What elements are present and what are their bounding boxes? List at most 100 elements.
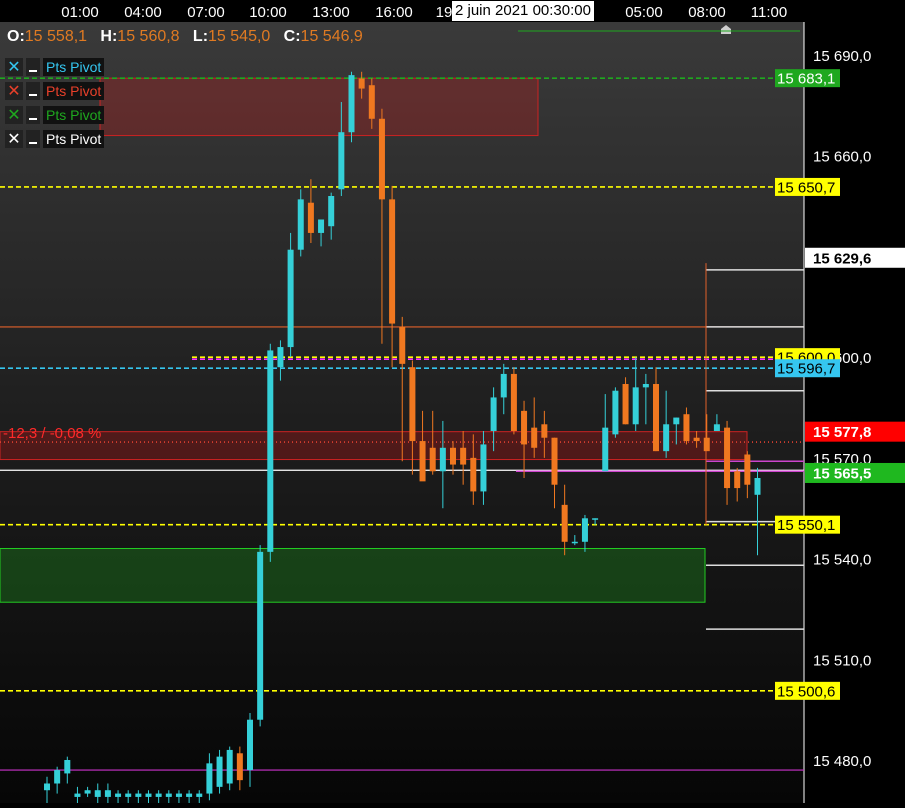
open-label: O:: [7, 28, 25, 45]
candle-body[interactable]: [592, 518, 599, 520]
candle-body[interactable]: [602, 427, 609, 472]
candlestick-chart[interactable]: 01:00 04:00 07:00 10:00 13:00 16:00 19 05:00 08:…: [0, 0, 905, 807]
candle-body[interactable]: [450, 447, 456, 465]
price-tick-label: 15 690,0: [813, 48, 871, 65]
candle-body[interactable]: [307, 202, 314, 233]
candle-body[interactable]: [399, 326, 406, 364]
candle-body[interactable]: [155, 793, 162, 797]
price-tick-label: 15 540,0: [813, 552, 871, 569]
candle-body[interactable]: [378, 118, 385, 200]
candle-body[interactable]: [196, 793, 203, 797]
candle-body[interactable]: [531, 427, 538, 448]
legend-item-pivot-2[interactable]: ✕ Pts Pivot: [5, 82, 105, 100]
candle-body[interactable]: [653, 384, 659, 452]
candle-body[interactable]: [673, 417, 680, 425]
candle-body[interactable]: [612, 390, 619, 435]
candle-body[interactable]: [226, 749, 233, 784]
candle-body[interactable]: [663, 424, 670, 452]
candle-body[interactable]: [713, 424, 720, 431]
close-icon[interactable]: ✕: [5, 82, 23, 100]
time-tick-label: 01:00: [61, 4, 99, 21]
candle-body[interactable]: [287, 249, 294, 348]
candle-body[interactable]: [115, 793, 122, 797]
legend-item-pivot-3[interactable]: ✕ Pts Pivot: [5, 106, 105, 124]
candle-body[interactable]: [54, 770, 61, 784]
low-value: 15 545,0: [208, 28, 271, 45]
candle-body[interactable]: [490, 397, 497, 431]
open-value: 15 558,1: [24, 28, 88, 45]
price-tag-text: 15 650,7: [777, 179, 835, 196]
candle-body[interactable]: [44, 783, 50, 791]
candle-body[interactable]: [581, 518, 588, 542]
candle-body[interactable]: [754, 478, 761, 495]
candle-body[interactable]: [744, 454, 751, 485]
candle-body[interactable]: [348, 75, 355, 133]
candle-body[interactable]: [439, 447, 446, 472]
close-icon[interactable]: ✕: [5, 130, 23, 148]
candle-body[interactable]: [429, 447, 436, 472]
candle-body[interactable]: [521, 410, 528, 445]
candle-body[interactable]: [551, 437, 558, 485]
high-value: 15 560,8: [117, 28, 180, 45]
time-tick-label: 04:00: [124, 4, 162, 21]
candle-body[interactable]: [94, 790, 101, 797]
candle-body[interactable]: [236, 753, 243, 781]
candle-body[interactable]: [206, 763, 213, 794]
candle-body[interactable]: [145, 793, 152, 797]
candle-body[interactable]: [216, 756, 223, 787]
candle-body[interactable]: [480, 444, 487, 492]
candle-body[interactable]: [84, 790, 91, 794]
candle-body[interactable]: [541, 424, 548, 438]
line-style-icon[interactable]: [26, 82, 40, 100]
line-style-icon[interactable]: [26, 130, 40, 148]
line-style-icon[interactable]: [26, 58, 40, 76]
candle-body[interactable]: [470, 457, 477, 492]
candle-body[interactable]: [175, 793, 182, 797]
line-style-icon[interactable]: [26, 106, 40, 124]
candle-body[interactable]: [247, 719, 253, 771]
candle-body[interactable]: [419, 441, 426, 482]
candle-body[interactable]: [338, 132, 345, 190]
candle-body[interactable]: [734, 471, 741, 489]
candle-body[interactable]: [703, 437, 710, 452]
candle-body[interactable]: [267, 350, 274, 552]
candle-body[interactable]: [683, 414, 690, 442]
candle-body[interactable]: [642, 384, 649, 388]
candle-body[interactable]: [318, 219, 325, 233]
legend-label: Pts Pivot: [43, 58, 105, 76]
candle-body[interactable]: [368, 85, 375, 119]
candle-body[interactable]: [328, 196, 335, 227]
candle-body[interactable]: [622, 384, 629, 425]
candle-body[interactable]: [135, 793, 142, 797]
time-tick-label: 13:00: [312, 4, 350, 21]
candle-body[interactable]: [104, 790, 111, 797]
candle-body[interactable]: [389, 199, 396, 324]
candle-body[interactable]: [74, 793, 81, 797]
candle-body[interactable]: [64, 760, 71, 774]
candle-body[interactable]: [297, 199, 304, 250]
candle-body[interactable]: [409, 367, 416, 442]
candle-body[interactable]: [277, 347, 284, 368]
candle-body[interactable]: [358, 78, 365, 89]
candle-body[interactable]: [693, 437, 700, 442]
candle-body[interactable]: [571, 541, 578, 544]
candle-body[interactable]: [257, 551, 264, 720]
candle-body[interactable]: [500, 373, 507, 398]
candle-body[interactable]: [510, 373, 517, 431]
candle-body[interactable]: [724, 427, 731, 489]
legend-item-pivot-1[interactable]: ✕ Pts Pivot: [5, 58, 105, 76]
close-icon[interactable]: ✕: [5, 106, 23, 124]
candle-body[interactable]: [186, 793, 193, 797]
chart-svg[interactable]: 01:00 04:00 07:00 10:00 13:00 16:00 19 05:00 08:…: [0, 0, 905, 807]
candle-body[interactable]: [460, 447, 467, 465]
candle-body[interactable]: [165, 793, 172, 797]
legend-label: Pts Pivot: [43, 130, 105, 148]
candle-body[interactable]: [632, 387, 639, 425]
legend-label: Pts Pivot: [43, 82, 105, 100]
legend-item-pivot-4[interactable]: ✕ Pts Pivot: [5, 130, 105, 148]
resistance-zone: [99, 77, 539, 137]
candle-body[interactable]: [125, 793, 132, 797]
candle-body[interactable]: [561, 504, 568, 542]
close-value: 15 546,9: [300, 28, 363, 45]
close-icon[interactable]: ✕: [5, 58, 23, 76]
